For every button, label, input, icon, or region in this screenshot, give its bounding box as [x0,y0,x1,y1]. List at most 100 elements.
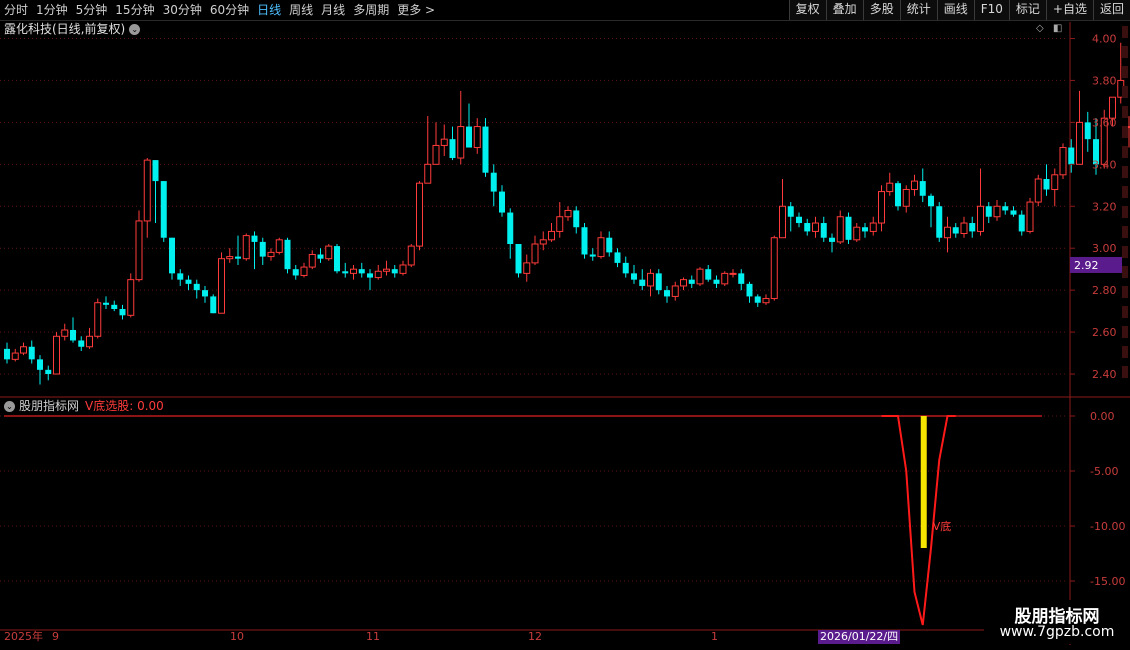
candle-body-down [796,216,802,224]
candle-body-up [977,205,984,232]
candle-body-down [754,296,761,303]
candle-body-down [639,279,646,286]
side-strip-mark [1122,286,1128,298]
side-strip-mark [1122,146,1128,158]
candle-body-up [993,205,1001,218]
candle-body-up [1026,201,1034,232]
date-axis: 2025年 9 10 11 12 1 2026/01/22/四 [0,630,1130,645]
indicator-value: V底选股: 0.00 [85,399,164,413]
date-label-sep: 9 [52,630,59,643]
candle-body-up [325,245,333,260]
candle-body-up [548,230,555,241]
candle-body-down [573,210,580,228]
candle-body-down [210,296,217,314]
price-axis: 4.00 3.80 3.60 3.40 3.20 3.00 2.80 2.60 2.40 2.92 [1070,26,1128,381]
candle-body-down [235,256,241,259]
v-bottom-annotation: V底 [933,519,952,533]
candle-body-down [152,160,159,182]
candle-body-down [845,216,852,240]
price-tick-label: 3.80 [1092,74,1117,87]
candle-body-down [1068,147,1075,165]
indicator-panel: 0.00 -5.00 -10.00 -15.00 V底 [0,410,1125,626]
candle-body-down [202,290,208,297]
candle-body-down [78,340,85,347]
candle-body-down [589,254,596,257]
candle-body-down [119,309,126,316]
candle-body-down [705,269,712,280]
candle-body-up [770,237,778,300]
candle-body-up [597,237,605,258]
side-strip-mark [1122,266,1128,278]
candle-body-down [466,126,472,148]
candle-body-down [391,269,398,274]
candle-body-down [185,279,192,284]
candle-body-down [251,235,258,242]
candle-body-down [655,273,662,291]
candle-body-up [853,226,861,241]
candle-body-up [556,216,564,232]
watermark-url: www.7gpzb.com [999,624,1115,640]
candle-body-down [928,195,934,207]
candle-body-down [45,369,52,375]
candle-body-up [729,272,737,275]
cursor-date-label: 2026/01/22/四 [818,630,901,644]
side-strip-mark [1122,366,1128,378]
side-strip-mark [1122,46,1128,58]
indicator-chevron-icon[interactable]: ⌄ [4,401,15,412]
candle-body-up [671,285,679,297]
candle-body-down [169,237,175,274]
candle-body-up [531,243,539,264]
candle-body-up [383,268,390,272]
side-strip-mark [1122,206,1128,218]
candle-body-up [1051,174,1059,190]
side-strip-mark [1122,346,1128,358]
candle-body-up [399,264,407,274]
date-label-dec: 12 [528,630,542,643]
side-strip-mark [1122,166,1128,178]
candle-body-up [960,222,968,235]
v-bottom-signal-bar [920,416,927,548]
candle-body-up [539,239,547,245]
current-price-label: 2.92 [1074,259,1099,272]
candle-body-down [70,329,76,341]
candle-body-down [713,279,720,284]
candle-body-up [143,159,151,222]
candle-body-up [424,163,432,184]
side-strip-mark [1122,26,1128,38]
price-tick-label: 3.00 [1092,242,1117,255]
price-tick-label: 2.40 [1092,368,1117,381]
indicator-tick-label: 0.00 [1090,410,1115,423]
candle-body-down [499,191,505,213]
side-strip-mark [1122,186,1128,198]
candle-body-up [432,144,440,165]
candle-body-up [1034,178,1042,203]
candle-body-up [1076,121,1083,165]
date-label-oct: 10 [230,630,244,643]
candle-body-up [902,188,910,207]
candle-body-down [581,227,588,255]
candle-body-up [812,222,819,232]
price-tick-label: 2.60 [1092,326,1117,339]
candle-body-down [284,239,291,270]
candle-body-down [804,223,811,232]
side-strip-mark [1122,226,1128,238]
candle-body-down [1010,210,1017,215]
candle-body-down [28,346,35,360]
kline-chart[interactable]: 4.00 3.80 3.60 3.40 3.20 3.00 2.80 2.60 2.40 2.92… [0,0,1130,650]
candle-body-up [407,245,415,266]
candle-body-up [523,262,531,274]
candle-body-down [895,183,901,207]
candle-body-down [37,359,43,370]
candle-body-down [622,262,629,274]
candle-body-down [160,181,167,238]
candle-body-up [350,268,357,274]
candle-body-down [317,254,324,259]
candle-body-up [20,346,27,354]
side-strip-mark [1122,306,1128,318]
candle-body-down [358,269,365,274]
candle-body-down [936,206,943,238]
candle-body-up [721,272,729,285]
side-strip-mark [1122,86,1128,98]
candle-body-down [259,241,266,257]
candle-body-up [473,126,481,149]
